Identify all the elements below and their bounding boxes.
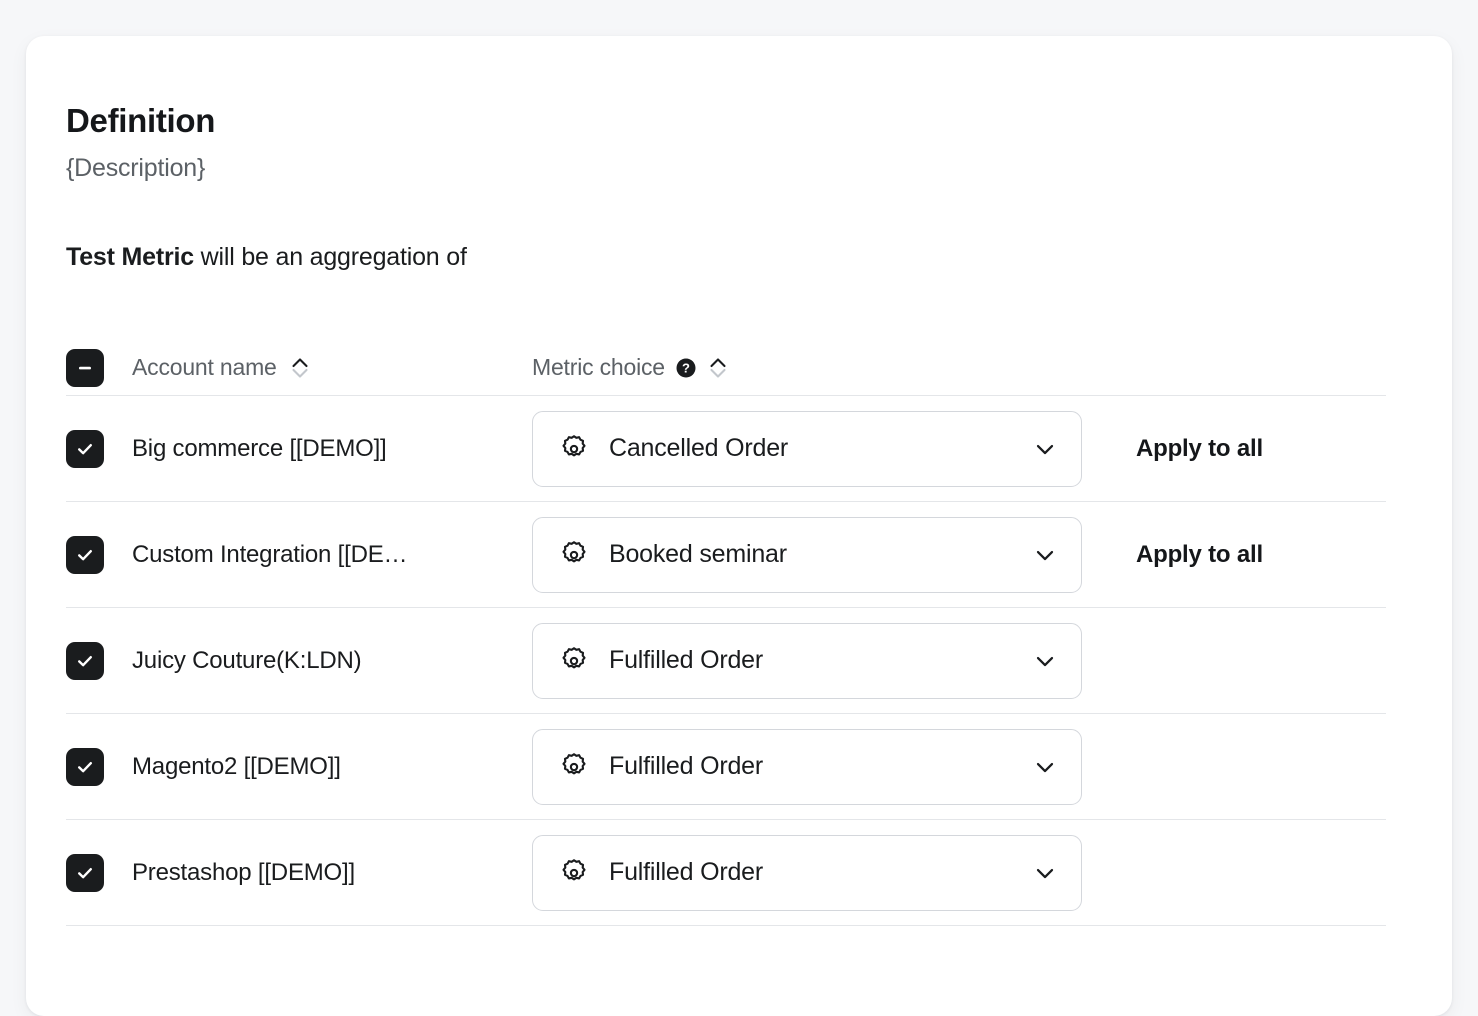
row-checkbox[interactable] bbox=[66, 854, 104, 892]
check-icon bbox=[74, 438, 96, 460]
account-name: Prestashop [[DEMO]] bbox=[132, 859, 355, 887]
row-checkbox[interactable] bbox=[66, 642, 104, 680]
table-header-row: Account name Metric choice ? bbox=[66, 340, 1386, 396]
page-title: Definition bbox=[66, 36, 1412, 140]
metric-choice-select[interactable]: Fulfilled Order bbox=[532, 729, 1082, 805]
metric-choice-value: Fulfilled Order bbox=[609, 858, 1011, 887]
row-account-name-cell: Juicy Couture(K:LDN) bbox=[132, 647, 532, 675]
table-body: Big commerce [[DEMO]] Cancelled Order Ap… bbox=[66, 396, 1386, 926]
account-name: Custom Integration [[DE… bbox=[132, 541, 407, 569]
row-metric-choice-cell: Booked seminar bbox=[532, 517, 1110, 593]
metric-choice-value: Fulfilled Order bbox=[609, 646, 1011, 675]
account-name: Magento2 [[DEMO]] bbox=[132, 753, 341, 781]
metric-name: Test Metric bbox=[66, 243, 194, 271]
metric-choice-select[interactable]: Booked seminar bbox=[532, 517, 1082, 593]
row-checkbox-cell bbox=[66, 748, 132, 786]
check-icon bbox=[74, 862, 96, 884]
check-icon bbox=[74, 756, 96, 778]
metric-choice-value: Cancelled Order bbox=[609, 434, 1011, 463]
account-name: Juicy Couture(K:LDN) bbox=[132, 647, 361, 675]
account-name: Big commerce [[DEMO]] bbox=[132, 435, 387, 463]
sort-icon[interactable] bbox=[289, 354, 311, 382]
apply-to-all-button[interactable]: Apply to all bbox=[1110, 541, 1263, 569]
help-circle-icon[interactable]: ? bbox=[675, 357, 697, 379]
chevron-down-icon bbox=[1031, 753, 1059, 781]
svg-text:?: ? bbox=[682, 360, 690, 375]
aggregation-suffix: will be an aggregation of bbox=[194, 243, 467, 271]
header-metric-choice-label: Metric choice bbox=[532, 354, 665, 381]
header-account-name-cell[interactable]: Account name bbox=[132, 354, 532, 382]
chevron-down-icon bbox=[1031, 859, 1059, 887]
row-apply-cell: Apply to all bbox=[1110, 541, 1386, 569]
row-metric-choice-cell: Fulfilled Order bbox=[532, 835, 1110, 911]
definition-card: Definition {Description} Test Metric wil… bbox=[26, 36, 1452, 1016]
row-metric-choice-cell: Fulfilled Order bbox=[532, 729, 1110, 805]
page-description: {Description} bbox=[66, 154, 1412, 183]
row-checkbox-cell bbox=[66, 536, 132, 574]
chevron-down-icon bbox=[1031, 647, 1059, 675]
row-checkbox-cell bbox=[66, 854, 132, 892]
row-checkbox[interactable] bbox=[66, 536, 104, 574]
row-checkbox-cell bbox=[66, 430, 132, 468]
table-row: Magento2 [[DEMO]] Fulfilled Order bbox=[66, 714, 1386, 820]
metric-choice-select[interactable]: Fulfilled Order bbox=[532, 835, 1082, 911]
header-select-all-cell bbox=[66, 349, 132, 387]
gear-icon bbox=[559, 646, 589, 676]
minus-icon bbox=[75, 358, 95, 378]
table-row: Prestashop [[DEMO]] Fulfilled Order bbox=[66, 820, 1386, 926]
table-row: Big commerce [[DEMO]] Cancelled Order Ap… bbox=[66, 396, 1386, 502]
row-account-name-cell: Big commerce [[DEMO]] bbox=[132, 435, 532, 463]
sort-icon[interactable] bbox=[707, 354, 729, 382]
row-checkbox[interactable] bbox=[66, 430, 104, 468]
chevron-down-icon bbox=[1031, 541, 1059, 569]
chevron-down-icon bbox=[1031, 435, 1059, 463]
row-checkbox-cell bbox=[66, 642, 132, 680]
row-account-name-cell: Magento2 [[DEMO]] bbox=[132, 753, 532, 781]
row-metric-choice-cell: Fulfilled Order bbox=[532, 623, 1110, 699]
check-icon bbox=[74, 650, 96, 672]
header-metric-choice-cell[interactable]: Metric choice ? bbox=[532, 354, 1110, 382]
gear-icon bbox=[559, 858, 589, 888]
select-all-checkbox[interactable] bbox=[66, 349, 104, 387]
table-row: Juicy Couture(K:LDN) Fulfilled Order bbox=[66, 608, 1386, 714]
gear-icon bbox=[559, 752, 589, 782]
row-checkbox[interactable] bbox=[66, 748, 104, 786]
aggregation-statement: Test Metric will be an aggregation of bbox=[66, 243, 1412, 272]
metric-choice-value: Booked seminar bbox=[609, 540, 1011, 569]
row-account-name-cell: Custom Integration [[DE… bbox=[132, 541, 532, 569]
metric-choice-select[interactable]: Fulfilled Order bbox=[532, 623, 1082, 699]
row-apply-cell: Apply to all bbox=[1110, 435, 1386, 463]
check-icon bbox=[74, 544, 96, 566]
gear-icon bbox=[559, 540, 589, 570]
apply-to-all-button[interactable]: Apply to all bbox=[1110, 435, 1263, 463]
gear-icon bbox=[559, 434, 589, 464]
metric-accounts-table: Account name Metric choice ? bbox=[66, 340, 1386, 926]
header-account-name-label: Account name bbox=[132, 354, 277, 381]
table-row: Custom Integration [[DE… Booked seminar … bbox=[66, 502, 1386, 608]
row-account-name-cell: Prestashop [[DEMO]] bbox=[132, 859, 532, 887]
metric-choice-value: Fulfilled Order bbox=[609, 752, 1011, 781]
metric-choice-select[interactable]: Cancelled Order bbox=[532, 411, 1082, 487]
row-metric-choice-cell: Cancelled Order bbox=[532, 411, 1110, 487]
